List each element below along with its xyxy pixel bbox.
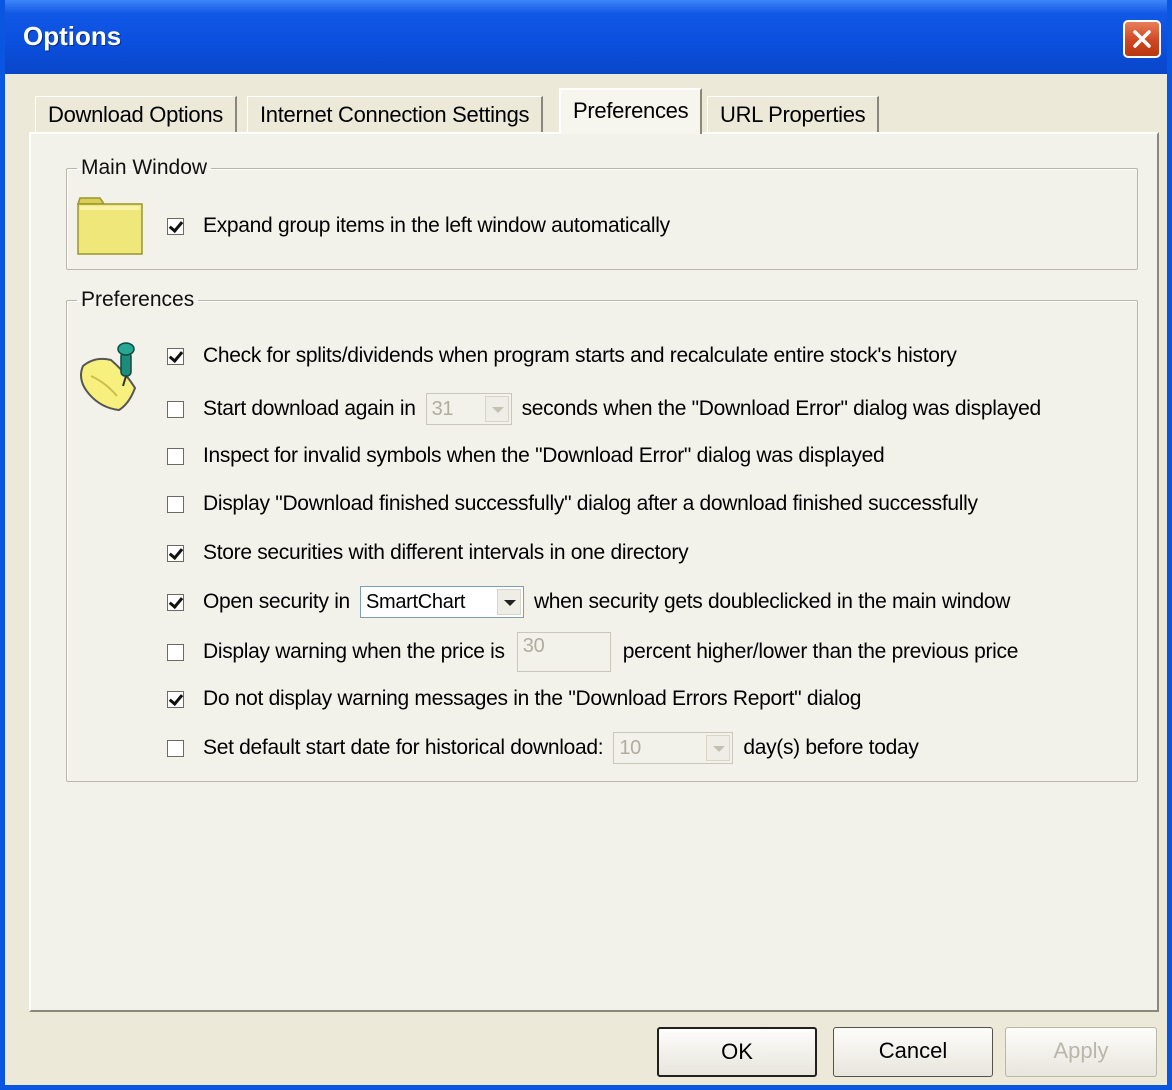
default-start-date-label[interactable]: Set default start date for historical do… — [203, 736, 604, 760]
start-days-value: 10 — [619, 736, 641, 759]
tab-strip: Download Options Internet Connection Set… — [35, 88, 935, 134]
inspect-symbols-checkbox[interactable] — [167, 447, 184, 465]
start-download-again-checkbox[interactable] — [167, 400, 184, 418]
close-button[interactable] — [1123, 20, 1161, 58]
default-start-date-suffix: day(s) before today — [743, 736, 919, 759]
open-security-checkbox[interactable] — [167, 593, 184, 611]
preferences-legend: Preferences — [81, 288, 195, 311]
expand-group-items-checkbox[interactable] — [167, 217, 184, 235]
price-percent-field: 30 — [516, 632, 611, 672]
window-title: Options — [23, 21, 122, 51]
preferences-panel: Main Window Expand group items in the le… — [29, 132, 1159, 1012]
start-days-combo: 10 — [613, 732, 734, 764]
store-securities-label[interactable]: Store securities with different interval… — [203, 541, 689, 565]
display-warning-checkbox[interactable] — [167, 643, 184, 661]
default-start-date-checkbox[interactable] — [167, 739, 184, 757]
ok-button[interactable]: OK — [657, 1027, 817, 1077]
chevron-down-icon[interactable] — [496, 589, 521, 615]
chevron-down-icon — [484, 396, 509, 422]
store-securities-row: Store securities with different interval… — [167, 535, 689, 571]
open-security-suffix: when security gets doubleclicked in the … — [533, 590, 1011, 613]
sticky-note-icon — [80, 342, 137, 412]
check-splits-row: Check for splits/dividends when program … — [167, 338, 957, 374]
tab-preferences[interactable]: Preferences — [559, 88, 703, 134]
expand-group-items-label[interactable]: Expand group items in the left window au… — [203, 214, 670, 238]
retry-seconds-combo: 31 — [425, 393, 512, 425]
display-finished-checkbox[interactable] — [167, 495, 184, 513]
apply-button[interactable]: Apply — [1005, 1027, 1157, 1077]
folder-icon — [76, 197, 143, 255]
no-warning-messages-label[interactable]: Do not display warning messages in the "… — [203, 687, 861, 711]
check-splits-label[interactable]: Check for splits/dividends when program … — [203, 344, 957, 368]
no-warning-messages-row: Do not display warning messages in the "… — [167, 681, 861, 717]
open-security-combo[interactable]: SmartChart — [359, 586, 524, 618]
options-dialog: Options Download Options Internet Connec… — [0, 0, 1172, 1090]
start-download-again-suffix: seconds when the "Download Error" dialog… — [521, 397, 1042, 420]
no-warning-messages-checkbox[interactable] — [167, 690, 184, 708]
tab-download-options[interactable]: Download Options — [35, 96, 237, 134]
open-security-value: SmartChart — [365, 590, 466, 613]
start-download-again-label[interactable]: Start download again in — [203, 397, 416, 421]
expand-group-items-row: Expand group items in the left window au… — [167, 208, 670, 244]
check-splits-checkbox[interactable] — [167, 347, 184, 365]
chevron-down-icon — [706, 735, 731, 761]
default-start-date-row: Set default start date for historical do… — [167, 730, 919, 766]
main-window-legend: Main Window — [81, 156, 208, 179]
tab-url-properties[interactable]: URL Properties — [707, 96, 880, 134]
display-finished-row: Display "Download finished successfully"… — [167, 486, 978, 522]
store-securities-checkbox[interactable] — [167, 544, 184, 562]
open-security-row: Open security in SmartChart when securit… — [167, 584, 1010, 620]
retry-seconds-value: 31 — [431, 397, 454, 420]
cancel-button[interactable]: Cancel — [833, 1027, 993, 1077]
close-icon — [1133, 30, 1151, 48]
inspect-symbols-row: Inspect for invalid symbols when the "Do… — [167, 438, 885, 474]
tab-internet-connection-settings[interactable]: Internet Connection Settings — [247, 96, 544, 134]
display-warning-label[interactable]: Display warning when the price is — [203, 640, 505, 664]
open-security-label[interactable]: Open security in — [203, 590, 350, 614]
title-bar[interactable]: Options — [5, 0, 1167, 74]
display-warning-suffix: percent higher/lower than the previous p… — [622, 640, 1019, 663]
start-download-again-row: Start download again in 31 seconds when … — [167, 391, 1041, 427]
display-warning-row: Display warning when the price is 30 per… — [167, 630, 1018, 674]
inspect-symbols-label[interactable]: Inspect for invalid symbols when the "Do… — [203, 444, 885, 468]
display-finished-label[interactable]: Display "Download finished successfully"… — [203, 492, 978, 516]
